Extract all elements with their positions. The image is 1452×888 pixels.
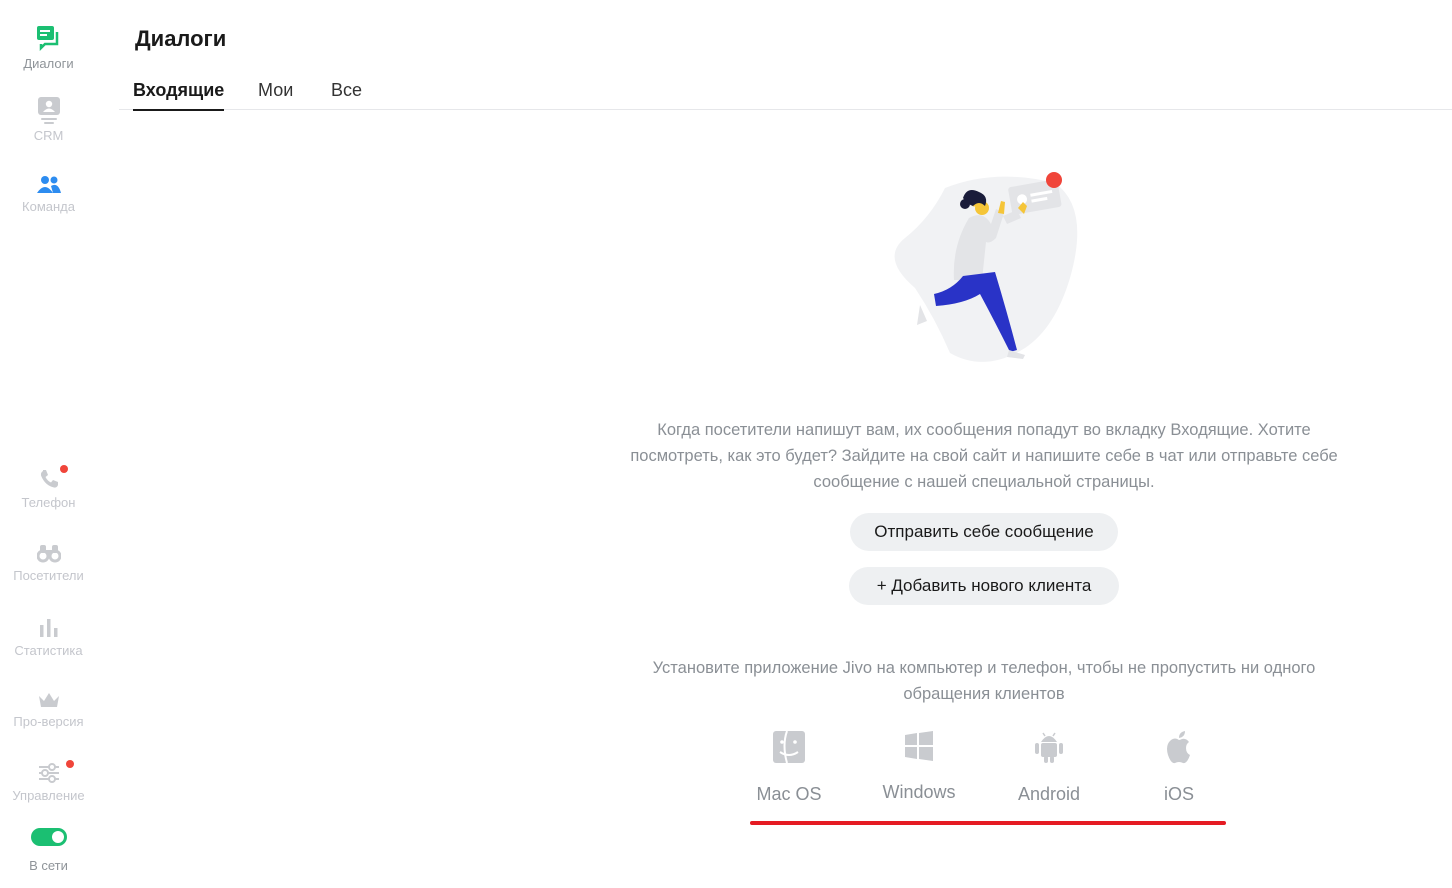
sidebar-item-visitors[interactable]: Посетители [0, 542, 97, 583]
platform-android-link[interactable]: Android [984, 730, 1114, 805]
team-icon [36, 176, 61, 193]
sidebar-item-label: Посетители [13, 568, 84, 583]
platform-macos-link[interactable]: Mac OS [724, 730, 854, 805]
crown-icon [38, 693, 59, 707]
platform-label: Windows [882, 782, 956, 802]
sidebar-item-label: Про-версия [13, 714, 84, 729]
tab-all[interactable]: Все [331, 80, 362, 109]
windows-icon [905, 731, 933, 761]
bar-chart-icon [39, 619, 57, 637]
add-client-button[interactable]: + Добавить нового клиента [849, 567, 1119, 605]
sidebar-item-phone[interactable]: Телефон [0, 465, 97, 510]
sidebar-item-label: Статистика [14, 643, 83, 658]
sliders-icon [38, 763, 59, 783]
sidebar-item-settings[interactable]: Управление [0, 760, 97, 803]
highlight-underline [750, 821, 1226, 825]
notification-dot [66, 760, 74, 768]
page-title: Диалоги [135, 26, 227, 51]
sidebar-item-label: Команда [22, 199, 75, 214]
sidebar-item-crm[interactable]: CRM [0, 96, 97, 143]
finder-icon [773, 730, 805, 764]
platform-label: Android [1017, 784, 1081, 804]
send-self-message-button[interactable]: Отправить себе сообщение [850, 513, 1118, 551]
sidebar-item-statistics[interactable]: Статистика [0, 617, 97, 658]
platform-ios-link[interactable]: iOS [1114, 730, 1244, 805]
toggle-knob [52, 831, 64, 843]
online-status-label: В сети [29, 858, 68, 873]
dialogs-icon [36, 26, 58, 52]
apple-icon [1167, 731, 1190, 764]
android-icon [1035, 732, 1063, 763]
sidebar-item-label: CRM [33, 128, 64, 143]
empty-state-description: Когда посетители напишут вам, их сообщен… [630, 421, 1338, 491]
tab-mine[interactable]: Мои [258, 80, 293, 109]
tab-incoming[interactable]: Входящие [133, 80, 225, 111]
sidebar-item-label: Управление [12, 788, 85, 803]
platform-windows-link[interactable]: Windows [854, 730, 984, 803]
binoculars-icon [36, 545, 61, 563]
sidebar-item-team[interactable]: Команда [0, 175, 97, 214]
sidebar-item-pro[interactable]: Про-версия [0, 690, 97, 729]
install-app-text: Установите приложение Jivo на компьютер … [652, 659, 1316, 703]
sidebar-item-label: Телефон [21, 495, 76, 510]
empty-inbox-illustration [894, 172, 1078, 362]
notification-dot [60, 465, 68, 473]
sidebar-item-dialogs[interactable]: Диалоги [0, 24, 97, 71]
sidebar: Диалоги CRM Команда Телефон Посетители С… [0, 0, 97, 888]
platform-label: iOS [1163, 784, 1194, 804]
tab-bar: Входящие Мои Все [119, 76, 1452, 111]
crm-icon [37, 97, 60, 124]
sidebar-item-label: Диалоги [23, 56, 74, 71]
platform-label: Mac OS [756, 784, 822, 804]
phone-icon [40, 470, 58, 488]
online-toggle[interactable] [31, 828, 67, 846]
